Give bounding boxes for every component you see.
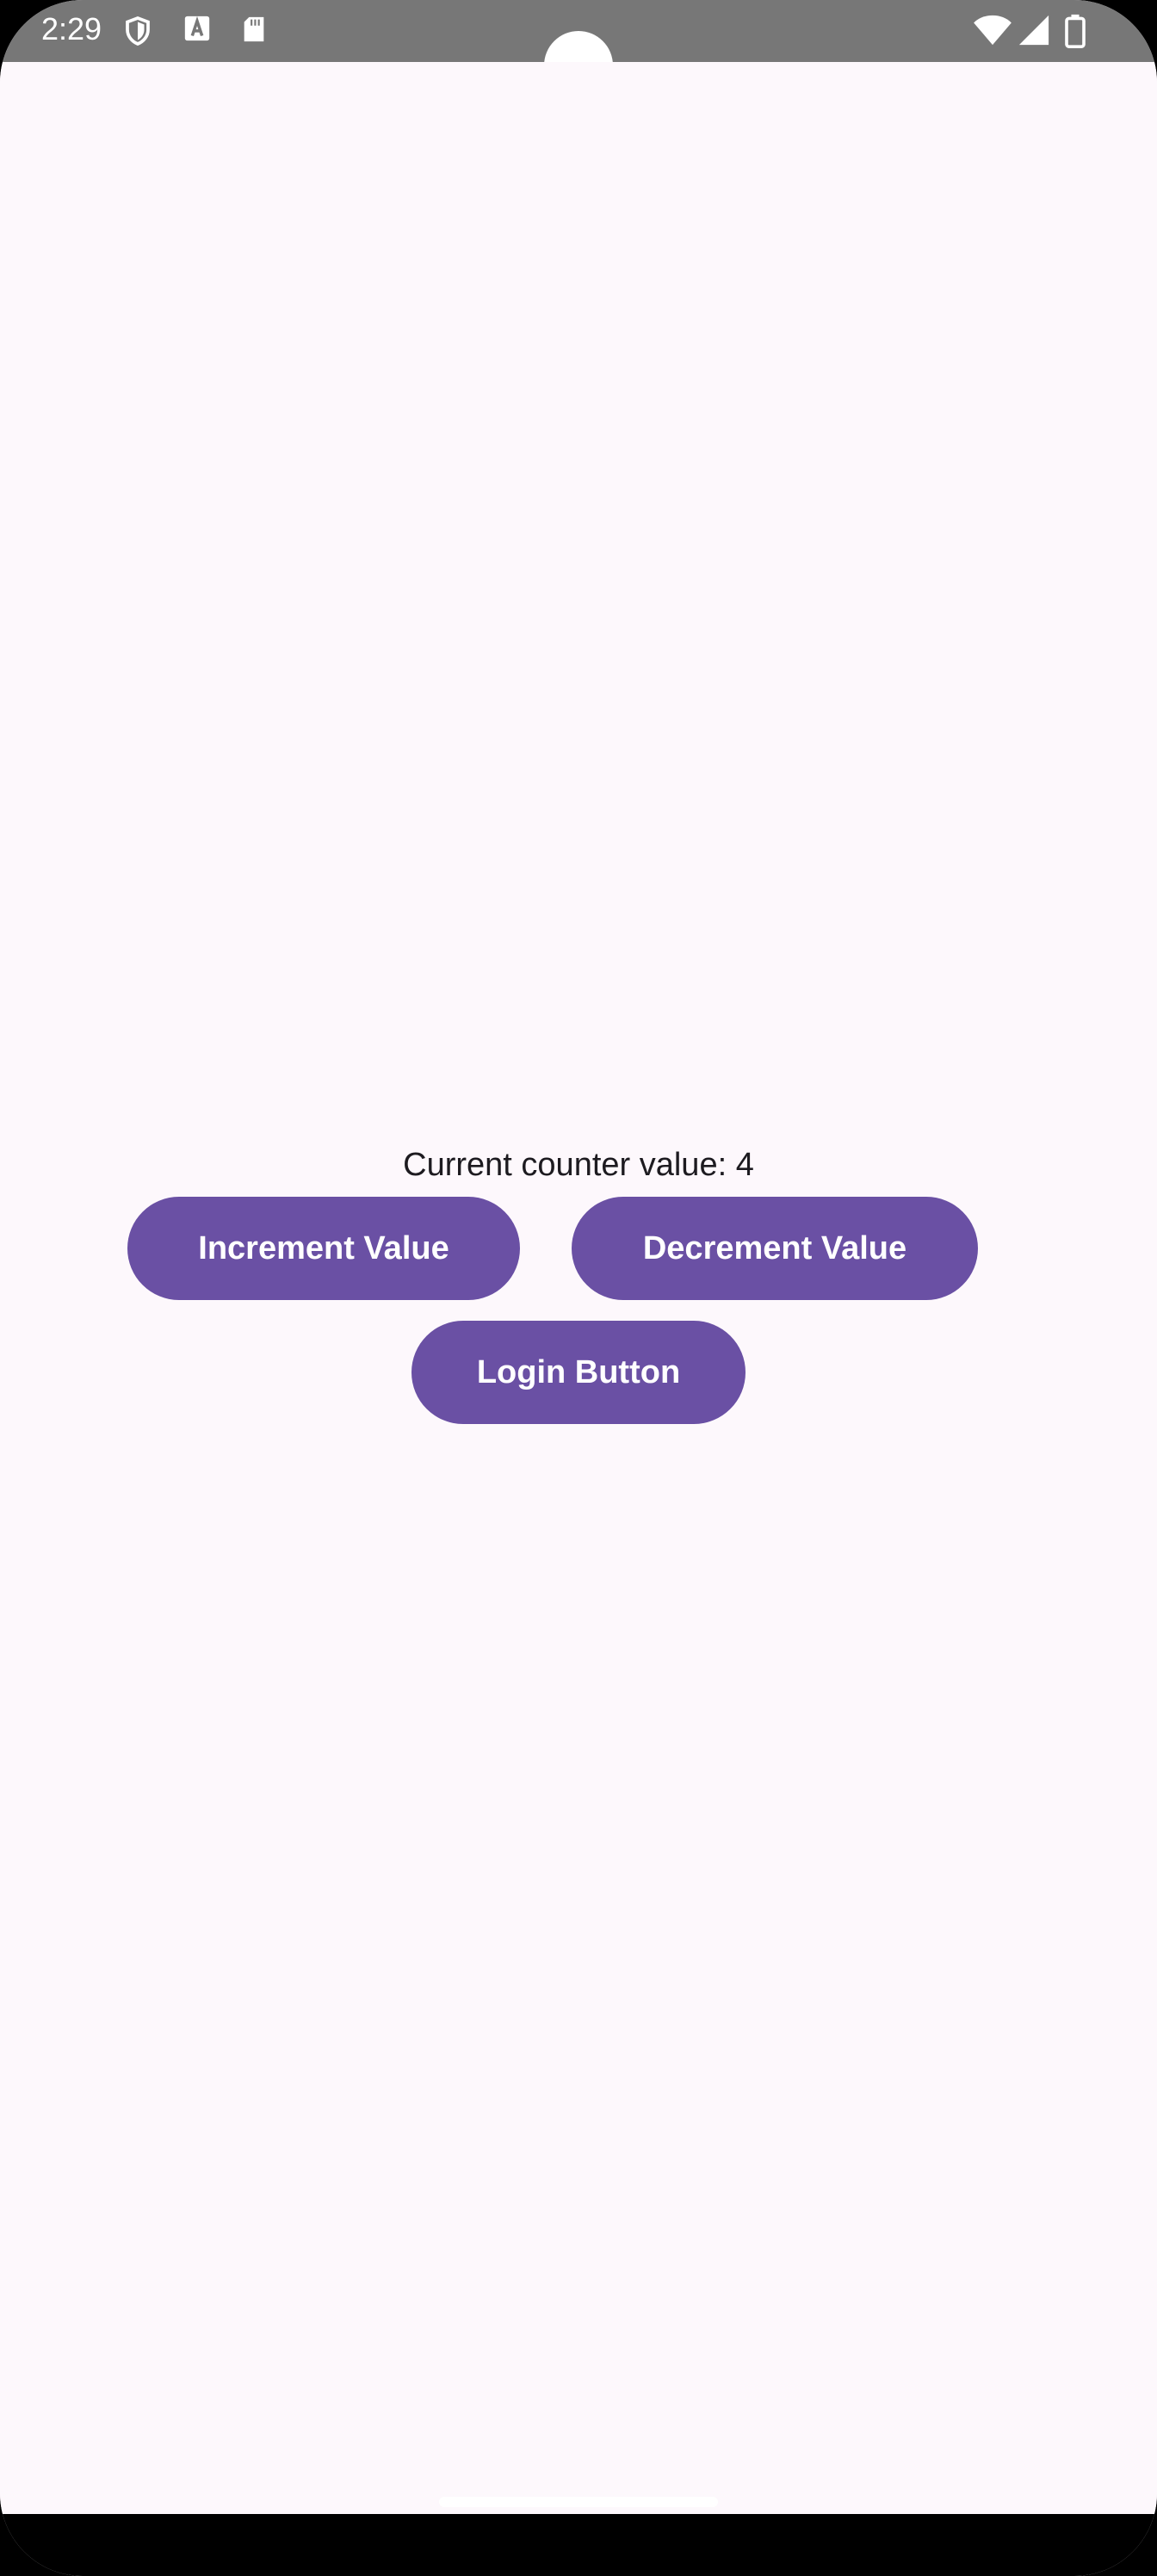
login-button[interactable]: Login Button bbox=[411, 1321, 746, 1424]
navigation-bar bbox=[0, 2514, 1157, 2576]
home-indicator[interactable] bbox=[439, 2497, 718, 2507]
cellular-signal-icon bbox=[1018, 15, 1049, 46]
decrement-button[interactable]: Decrement Value bbox=[572, 1197, 978, 1300]
sd-card-icon bbox=[244, 16, 264, 42]
increment-button[interactable]: Increment Value bbox=[127, 1197, 520, 1300]
wifi-icon bbox=[974, 15, 1012, 46]
shield-icon bbox=[126, 15, 150, 46]
battery-icon bbox=[1065, 14, 1086, 48]
app-screen: 2:29 Current counter value: 4 Increment … bbox=[0, 0, 1157, 2576]
status-time: 2:29 bbox=[41, 11, 102, 46]
counter-label: Current counter value: 4 bbox=[403, 1147, 754, 1183]
text-a-icon bbox=[184, 15, 210, 41]
